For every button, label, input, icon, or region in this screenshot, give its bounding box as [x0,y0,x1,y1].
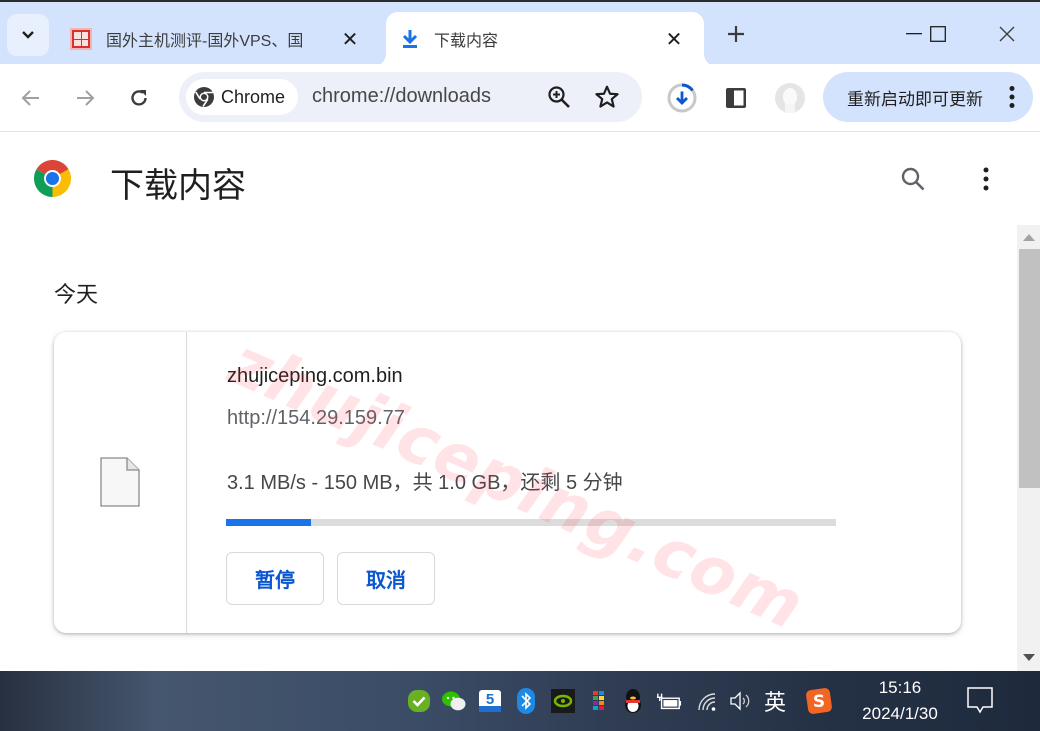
download-status: 3.1 MB/s - 150 MB，共 1.0 GB，还剩 5 分钟 [227,472,623,494]
site-info-chip[interactable]: Chrome [186,79,298,115]
side-panel-icon [726,88,746,108]
system-clock[interactable]: 15:16 2024/1/30 [850,675,950,727]
date-section-heading: 今天 [54,282,99,307]
download-icon [400,28,420,50]
reload-icon [131,90,147,106]
more-actions-button[interactable] [970,163,1002,195]
relaunch-update-button[interactable]: 重新启动即可更新 [823,72,1033,122]
back-button[interactable] [14,81,48,115]
profile-button[interactable] [773,81,807,115]
maximize-button[interactable] [915,16,961,52]
chrome-icon [194,87,214,107]
download-progress-icon [667,83,697,113]
search-downloads-button[interactable] [897,163,929,195]
source-url-link[interactable]: http://154.29.159.77 [227,407,405,430]
clock-time: 15:16 [878,678,922,697]
tab-close-button[interactable]: ✕ [338,27,362,52]
page-title: 下载内容 [110,167,246,205]
tab-title: 国外主机测评-国外VPS、国 [106,33,304,50]
volume-icon[interactable] [728,688,754,714]
reload-button[interactable] [122,81,156,115]
notification-center-button[interactable] [967,687,993,720]
arrow-right-icon [77,90,95,106]
chrome-logo-icon [34,160,71,197]
progress-fill [226,519,312,526]
qq-icon[interactable] [620,688,646,714]
chip-label: Chrome [221,86,286,107]
svg-text:5: 5 [486,691,494,708]
nvidia-icon[interactable] [550,688,576,714]
svg-text:S: S [813,692,825,712]
download-progress-bar [226,519,836,526]
tab-search-button[interactable] [7,14,49,56]
file-icon-column [54,332,187,633]
avatar-icon [775,83,805,113]
cancel-button[interactable]: 取消 [337,552,435,605]
clock-date: 2024/1/30 [862,704,938,723]
update-label: 重新启动即可更新 [847,89,983,109]
plus-icon [728,26,744,42]
tab-site[interactable]: 国外主机测评-国外VPS、国 ✕ [60,12,380,66]
pause-button[interactable]: 暂停 [226,552,324,605]
new-tab-button[interactable] [722,20,750,50]
zoom-in-icon [548,86,570,108]
side-panel-button[interactable] [719,81,753,115]
sogou-ime-icon[interactable]: S [806,688,832,714]
app-5-icon[interactable]: 5 [477,688,503,714]
more-vert-icon[interactable] [1009,85,1015,109]
scroll-thumb[interactable] [1019,249,1040,488]
arrow-left-icon [21,90,39,106]
star-icon [595,85,619,108]
triangle-down-icon [1022,653,1035,661]
bookmark-button[interactable] [593,83,621,111]
close-window-button[interactable] [984,16,1030,52]
url-text[interactable]: chrome://downloads [312,85,491,108]
omnibox[interactable]: Chrome chrome://downloads [179,72,642,122]
file-name-link[interactable]: zhujiceping.com.bin [227,365,403,388]
more-vert-icon [983,167,989,191]
battery-icon[interactable] [656,688,682,714]
search-icon [901,167,925,191]
download-item: zhujiceping.com.bin http://154.29.159.77… [54,332,961,633]
tab-strip: 国外主机测评-国外VPS、国 ✕ 下载内容 ✕ [0,0,1040,66]
downloads-button[interactable] [665,81,699,115]
notification-icon [967,687,993,714]
wechat-icon[interactable] [441,688,467,714]
chevron-down-icon [22,31,34,39]
forward-button[interactable] [68,81,102,115]
tab-close-button[interactable]: ✕ [662,27,686,52]
scroll-up-button[interactable] [1017,225,1040,249]
tab-title: 下载内容 [434,33,499,50]
ime-indicator[interactable]: 英 [764,685,786,717]
downloads-page: 下载内容 今天 zhujiceping.com.bin http://154.2… [0,133,1040,671]
windows-taskbar: 5 英 S 15:16 2024/1/30 [0,671,1040,731]
bluetooth-icon[interactable] [513,688,539,714]
toolbar: Chrome chrome://downloads 重新启动即可更新 [0,64,1040,132]
security-check-icon[interactable] [406,688,432,714]
tab-downloads[interactable]: 下载内容 ✕ [374,12,716,66]
page-header: 下载内容 [0,133,1040,228]
scroll-down-button[interactable] [1017,647,1040,667]
wifi-icon[interactable] [694,688,720,714]
close-icon [999,26,1015,42]
site-favicon-icon [70,28,92,50]
file-icon [100,457,140,507]
maximize-icon [930,26,946,42]
triangle-up-icon [1022,233,1035,241]
zoom-button[interactable] [545,83,573,111]
color-grid-icon[interactable] [586,688,612,714]
scrollbar[interactable] [1017,225,1040,671]
